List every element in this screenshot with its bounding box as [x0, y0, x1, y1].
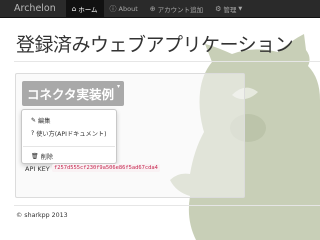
brand-logo[interactable]: Archelon	[0, 0, 66, 17]
menu-item-edit[interactable]: ✎ 編集	[31, 116, 50, 125]
api-key-value: f257d555cf230f9a506e86f5ad67cda4	[52, 164, 160, 172]
nav-admin-label: 管理	[223, 5, 237, 14]
menu-item-delete[interactable]: 🗑 削除	[31, 152, 53, 161]
caret-down-icon: ▾	[117, 83, 121, 90]
top-navbar: Archelon ⌂ ホーム ⓘ About ⊕ アカウント追加 ⚙ 管理 ▼	[0, 0, 320, 18]
footer-copyright: © sharkpp 2013	[16, 212, 68, 219]
menu-divider	[23, 146, 115, 147]
connector-dropdown-menu: ✎ 編集 ? 使い方(APIドキュメント) 🗑 削除	[21, 109, 117, 164]
nav-admin-dropdown[interactable]: ⚙ 管理 ▼	[209, 0, 248, 17]
api-key-label: API KEY	[25, 165, 50, 173]
caret-down-icon: ▼	[238, 5, 243, 12]
nav-add-account[interactable]: ⊕ アカウント追加	[144, 0, 209, 17]
page-title: 登録済みウェブアプリケーション	[16, 34, 294, 56]
nav-home[interactable]: ⌂ ホーム	[65, 0, 104, 17]
trash-icon: 🗑	[31, 153, 39, 160]
nav-home-label: ホーム	[78, 5, 98, 14]
gear-icon: ⚙	[215, 4, 222, 13]
nav-add-account-label: アカウント追加	[157, 5, 204, 14]
home-icon: ⌂	[71, 4, 77, 13]
connector-name: コネクタ実装例	[27, 87, 115, 102]
info-icon: ⓘ	[109, 4, 117, 13]
menu-item-usage-label: 使い方(APIドキュメント)	[36, 131, 107, 138]
pencil-icon: ✎	[31, 117, 37, 124]
connector-dropdown-button[interactable]: コネクタ実装例 ▾	[22, 81, 125, 106]
footer-divider	[14, 205, 320, 206]
menu-item-delete-label: 削除	[40, 154, 53, 161]
title-divider	[14, 61, 320, 62]
nav-about-label: About	[118, 4, 138, 13]
menu-item-usage[interactable]: ? 使い方(APIドキュメント)	[31, 129, 107, 138]
plus-circle-icon: ⊕	[149, 4, 156, 13]
question-icon: ?	[31, 130, 35, 137]
menu-item-edit-label: 編集	[38, 118, 51, 125]
nav-about[interactable]: ⓘ About	[104, 0, 144, 17]
